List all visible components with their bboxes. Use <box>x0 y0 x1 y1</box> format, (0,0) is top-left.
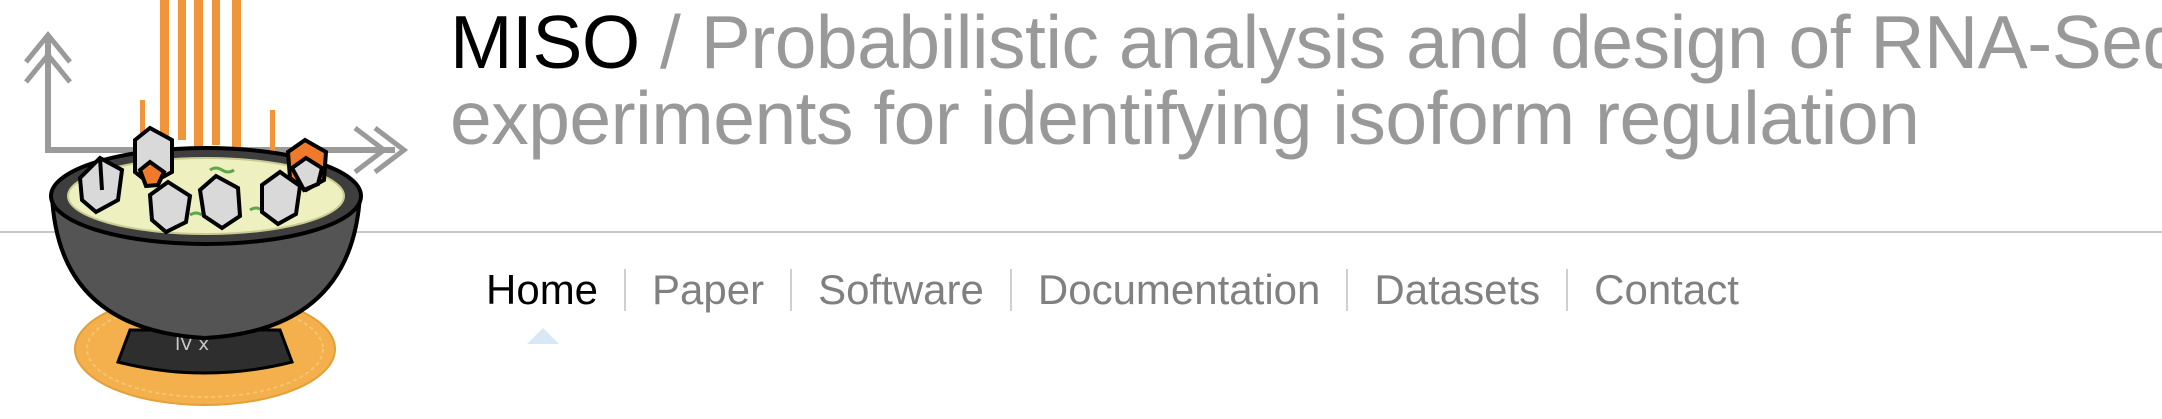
site-subtitle-line-1: Probabilistic analysis and design of RNA… <box>700 0 2162 84</box>
nav-documentation-label: Documentation <box>1037 266 1321 313</box>
nav-software-label: Software <box>818 266 984 313</box>
brand-name[interactable]: MISO <box>450 0 640 84</box>
site-title-line-1: MISO / Probabilistic analysis and design… <box>450 4 2162 80</box>
nav-contact-label: Contact <box>1594 266 1739 313</box>
site-title: MISO / Probabilistic analysis and design… <box>450 4 2162 160</box>
nav-software[interactable]: Software <box>792 262 1010 318</box>
nav-datasets[interactable]: Datasets <box>1348 262 1566 318</box>
nav-home-label: Home <box>486 266 599 313</box>
nav-datasets-label: Datasets <box>1374 266 1541 313</box>
nav-documentation[interactable]: Documentation <box>1012 262 1347 318</box>
nav-home[interactable]: Home <box>462 262 624 344</box>
title-separator: / <box>660 0 681 84</box>
nav-paper[interactable]: Paper <box>626 262 790 318</box>
nav-contact[interactable]: Contact <box>1568 262 1765 318</box>
miso-soup-bowl-logo: IV x <box>24 0 409 406</box>
miso-logo[interactable]: IV x <box>0 0 420 414</box>
site-title-line-2: experiments for identifying isoform regu… <box>450 76 1920 160</box>
active-page-indicator <box>527 328 560 344</box>
nav-paper-label: Paper <box>652 266 765 313</box>
main-nav: Home Paper Software Documentation Datase… <box>462 262 1765 344</box>
